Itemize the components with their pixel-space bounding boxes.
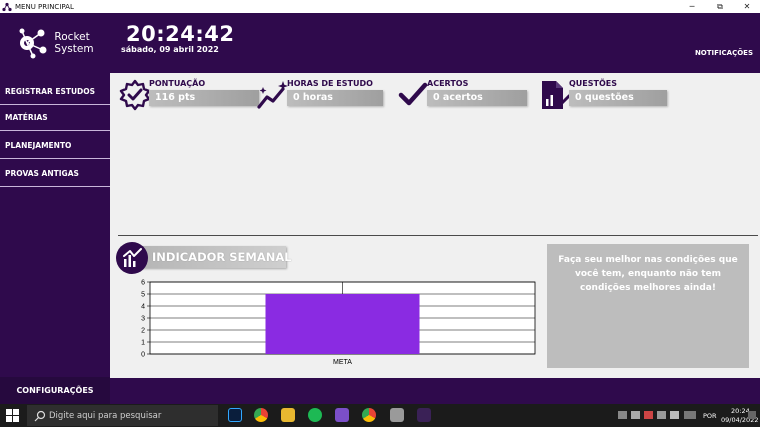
rocket-system-taskbar-icon[interactable]: [417, 408, 431, 422]
stat-value-box: 116 pts: [149, 90, 259, 106]
chrome-profile-icon[interactable]: [362, 408, 376, 422]
database-icon[interactable]: [390, 408, 404, 422]
chart-y-tick-label: 3: [141, 316, 145, 323]
visual-studio-icon[interactable]: [335, 408, 349, 422]
sidebar-item-registrar-estudos[interactable]: REGISTRAR ESTUDOS: [0, 79, 110, 105]
motivational-quote: Faça seu melhor nas condições que você t…: [547, 244, 749, 368]
stat-value-box: 0 questões: [569, 90, 667, 106]
stat-value-box: 0 horas: [287, 90, 383, 106]
language-indicator[interactable]: POR: [703, 412, 717, 420]
logo-line2: System: [54, 43, 94, 55]
title-bar: MENU PRINCIPAL ─ ⧉ ✕: [0, 0, 760, 13]
bottom-bar: [110, 378, 760, 404]
indicator-circle: [116, 242, 148, 274]
chart-x-tick-label: META: [333, 359, 352, 366]
chart-y-tick-label: 5: [141, 292, 145, 299]
stat-pontuacao: PONTUAÇÃO 116 pts: [119, 77, 264, 111]
header: Rocket System 20:24:42 sábado, 09 abril …: [0, 13, 760, 73]
stat-value: 0 acertos: [433, 92, 483, 103]
keyboard-icon[interactable]: [684, 411, 696, 419]
restore-button[interactable]: ⧉: [707, 0, 733, 13]
spotify-icon[interactable]: [308, 408, 322, 422]
taskbar-search[interactable]: Digite aqui para pesquisar: [27, 405, 218, 426]
main-panel: PONTUAÇÃO 116 pts HORAS DE ESTUDO 0 hora…: [110, 73, 760, 378]
sidebar-item-planejamento[interactable]: PLANEJAMENTO: [0, 133, 110, 159]
pen-icon[interactable]: [631, 411, 640, 419]
volume-icon[interactable]: [670, 411, 679, 419]
stat-label: HORAS DE ESTUDO: [287, 79, 373, 88]
chart-y-tick-label: 4: [141, 304, 145, 311]
chart-y-tick-label: 6: [141, 280, 145, 287]
stat-value: 0 horas: [293, 92, 333, 103]
checkmark-icon: [398, 82, 428, 106]
notifications-button[interactable]: NOTIFICAÇÕES: [695, 49, 753, 57]
stat-label: QUESTÕES: [569, 79, 618, 88]
file-explorer-icon[interactable]: [281, 408, 295, 422]
rocket-logo-icon: [19, 28, 47, 59]
sidebar-item-materias[interactable]: MATÉRIAS: [0, 105, 110, 131]
chart-y-tick-label: 1: [141, 340, 145, 347]
weekly-bar-chart: 0 1 2 3 4 5 6 META: [141, 280, 536, 366]
trend-chart-icon: [123, 248, 142, 267]
indicator-title: INDICADOR SEMANAL: [152, 250, 292, 264]
photoshop-icon[interactable]: [228, 408, 242, 422]
shield-icon[interactable]: [644, 411, 653, 419]
clock: 20:24:42: [126, 22, 235, 46]
window-title: MENU PRINCIPAL: [15, 2, 74, 11]
notification-center-icon[interactable]: [748, 411, 756, 419]
minimize-button[interactable]: ─: [679, 0, 705, 13]
date-label: sábado, 09 abril 2022: [121, 45, 219, 54]
indicator-badge: INDICADOR SEMANAL: [126, 246, 292, 268]
battery-icon[interactable]: [657, 411, 666, 419]
logo-text: Rocket System: [54, 31, 93, 55]
logo: Rocket System: [0, 13, 110, 73]
app-icon: [2, 2, 12, 11]
search-icon: [34, 410, 46, 422]
chart-bar: [265, 294, 420, 354]
stat-horas-estudo: HORAS DE ESTUDO 0 horas: [257, 77, 402, 111]
stat-label: ACERTOS: [427, 79, 469, 88]
windows-start-icon[interactable]: [6, 409, 19, 422]
stat-questoes: QUESTÕES 0 questões: [539, 77, 674, 111]
close-button[interactable]: ✕: [734, 0, 760, 13]
sidebar-item-provas-antigas[interactable]: PROVAS ANTIGAS: [0, 161, 110, 187]
stat-value: 0 questões: [575, 92, 634, 103]
chart-y-tick-label: 0: [141, 352, 145, 359]
sidebar: REGISTRAR ESTUDOS MATÉRIAS PLANEJAMENTO …: [0, 73, 110, 404]
search-placeholder: Digite aqui para pesquisar: [49, 410, 162, 421]
stat-label: PONTUAÇÃO: [149, 79, 206, 88]
document-chart-icon: [542, 81, 571, 109]
stat-value: 116 pts: [155, 92, 196, 103]
settings-button[interactable]: CONFIGURAÇÕES: [0, 377, 110, 404]
chrome-icon[interactable]: [254, 408, 268, 422]
trend-stars-icon: [257, 81, 288, 109]
stat-acertos: ACERTOS 0 acertos: [397, 77, 532, 111]
taskbar: Digite aqui para pesquisar POR 20:24 09/…: [0, 404, 760, 427]
chart-y-tick-label: 2: [141, 328, 145, 335]
logo-line1: Rocket: [54, 31, 90, 43]
divider: [118, 235, 758, 236]
badge-check-icon: [119, 79, 151, 111]
stat-value-box: 0 acertos: [427, 90, 527, 106]
weekly-indicator-heading: INDICADOR SEMANAL: [116, 242, 292, 274]
taskbar-time[interactable]: 20:24: [731, 407, 750, 415]
network-icon[interactable]: [618, 411, 627, 419]
